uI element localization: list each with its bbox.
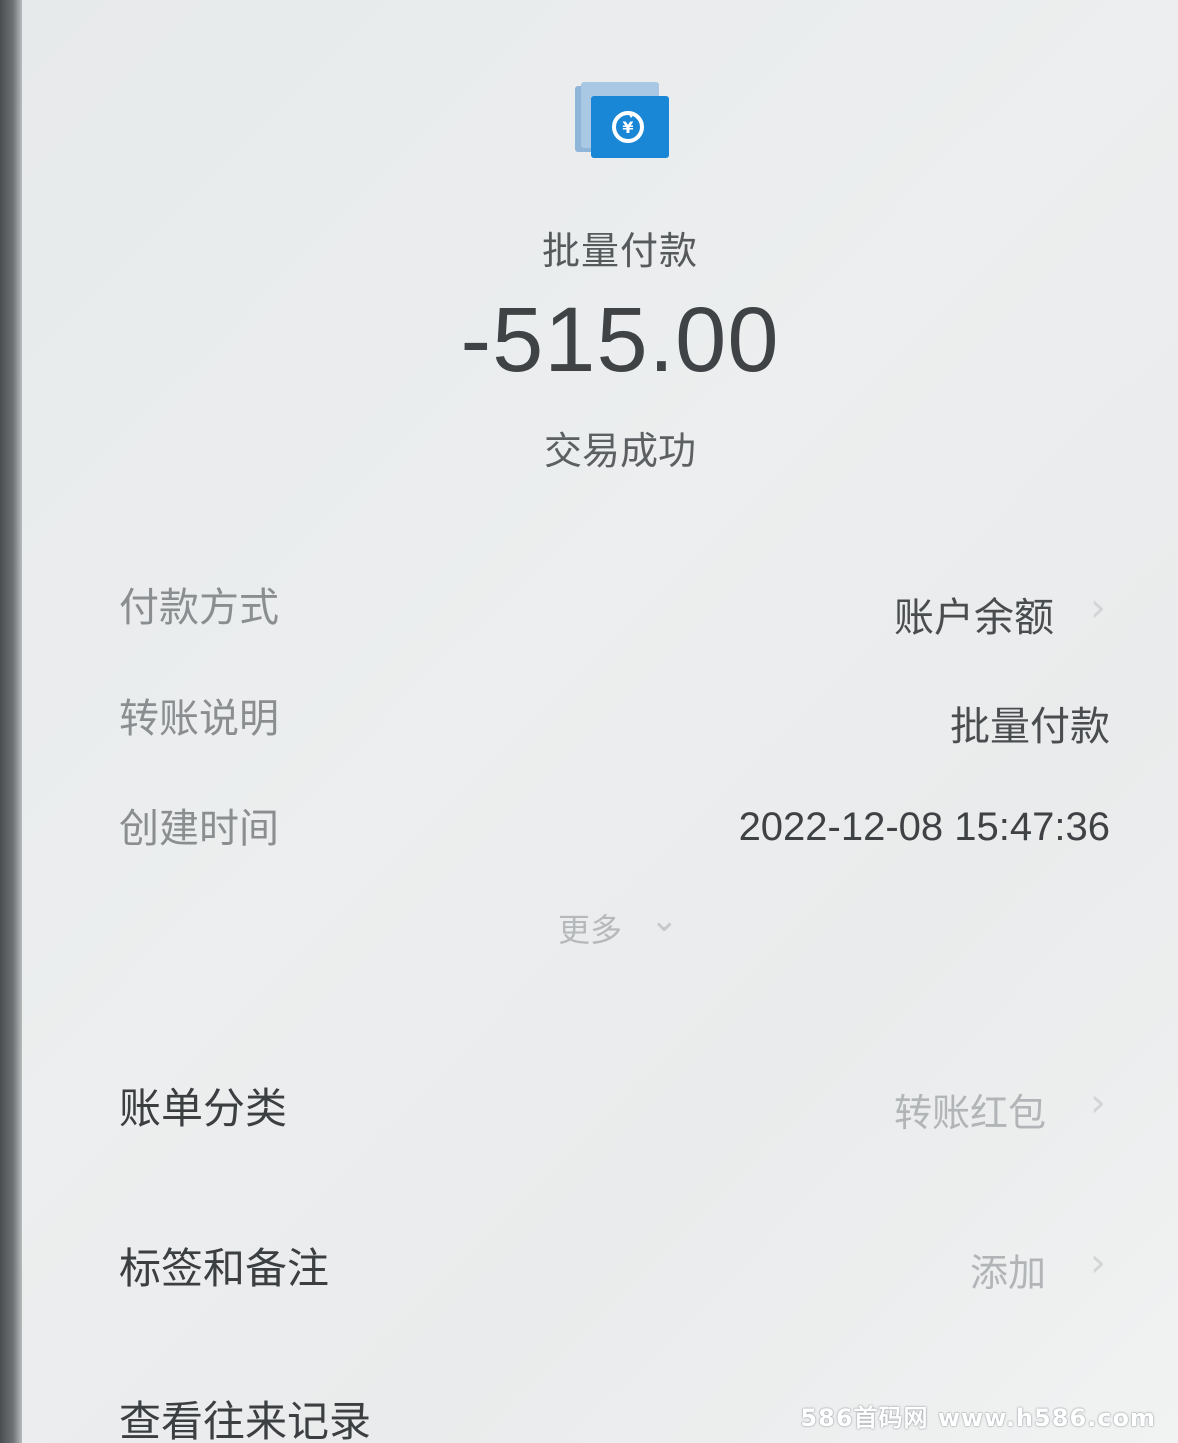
transaction-title: 批量付款: [541, 229, 698, 273]
more-label: 更多: [558, 911, 623, 949]
bill-category-value: 转账红包: [893, 1091, 1046, 1135]
transaction-amount: -515.00: [460, 289, 780, 391]
created-time-label: 创建时间: [119, 806, 279, 852]
site-watermark: 586首码网 www.h586.com: [800, 1404, 1156, 1432]
svg-text:¥: ¥: [622, 118, 633, 137]
transfer-note-label: 转账说明: [119, 696, 279, 742]
transaction-status: 交易成功: [543, 429, 696, 473]
chevron-right-icon: ›: [1090, 585, 1106, 631]
payment-method-value: 账户余额: [894, 595, 1054, 641]
created-time-value: 2022-12-08 15:47:36: [738, 805, 1110, 849]
chevron-right-icon: ›: [1090, 1080, 1106, 1126]
transfer-note-value: 批量付款: [950, 704, 1110, 750]
batch-payment-icon: ¥: [575, 82, 669, 158]
bill-category-label: 账单分类: [119, 1084, 288, 1133]
tags-notes-value: 添加: [969, 1251, 1046, 1295]
transaction-detail-screen: ¥ 批量付款 -515.00 交易成功 付款方式 账户余额 › 转账说明 批量付…: [22, 0, 1178, 1443]
payment-method-label: 付款方式: [119, 585, 279, 631]
chevron-down-icon: ⌄: [650, 900, 679, 940]
view-history-label: 查看往来记录: [119, 1397, 372, 1443]
device-bezel: [0, 0, 22, 1443]
tags-notes-label: 标签和备注: [119, 1244, 330, 1293]
chevron-right-icon: ›: [1090, 1240, 1106, 1286]
